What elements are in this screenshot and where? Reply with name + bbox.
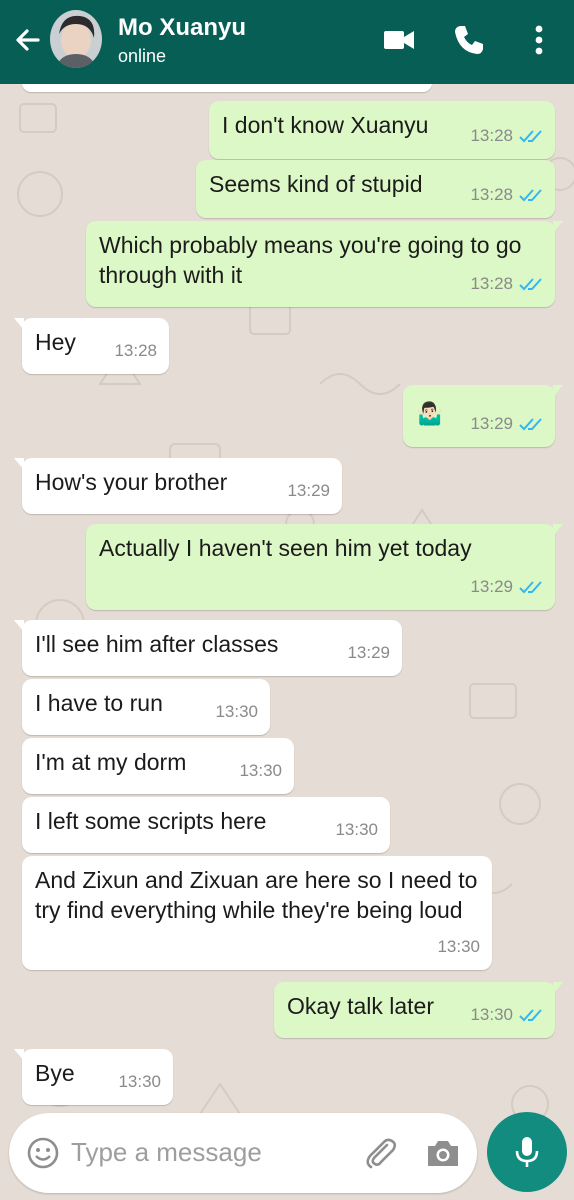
more-options-icon[interactable] bbox=[521, 22, 557, 58]
video-call-icon[interactable] bbox=[381, 22, 417, 58]
message-bubble-incoming[interactable]: I'm at my dorm 13:30 bbox=[22, 738, 294, 794]
message-time: 13:29 bbox=[470, 577, 513, 596]
mic-icon bbox=[515, 1137, 539, 1167]
message-time: 13:28 bbox=[470, 185, 513, 204]
contact-status: online bbox=[118, 46, 167, 66]
message-bubble-outgoing[interactable]: Which probably means you're going to go … bbox=[86, 221, 563, 307]
contact-name[interactable]: Mo Xuanyu bbox=[118, 14, 246, 42]
double-check-read-icon bbox=[519, 418, 542, 431]
message-time: 13:30 bbox=[118, 1072, 161, 1091]
message-text: I don't know Xuanyu bbox=[222, 112, 429, 138]
chat-screen: Mo Xuanyu online I don't know Xuanyu 13:… bbox=[0, 0, 574, 1200]
voice-call-icon[interactable] bbox=[451, 22, 487, 58]
message-time: 13:28 bbox=[114, 341, 157, 360]
message-bubble-outgoing[interactable]: Actually I haven't seen him yet today 13… bbox=[86, 524, 563, 610]
double-check-read-icon bbox=[519, 1009, 542, 1022]
back-arrow-icon[interactable] bbox=[10, 22, 46, 58]
message-bubble-outgoing[interactable]: Seems kind of stupid 13:28 bbox=[196, 160, 555, 218]
message-text: Bye bbox=[35, 1060, 75, 1086]
message-text: Actually I haven't seen him yet today bbox=[99, 535, 472, 561]
message-time: 13:30 bbox=[335, 820, 378, 839]
message-time: 13:30 bbox=[239, 761, 282, 780]
camera-icon[interactable] bbox=[423, 1134, 463, 1172]
message-bubble-incoming[interactable]: How's your brother 13:29 bbox=[14, 458, 342, 514]
shrug-emoji: 🤷🏻‍♂️ bbox=[416, 401, 444, 426]
mic-button[interactable] bbox=[487, 1112, 567, 1192]
message-time: 13:29 bbox=[287, 481, 330, 500]
message-text: I left some scripts here bbox=[35, 808, 267, 834]
message-bubble-incoming[interactable]: I left some scripts here 13:30 bbox=[22, 797, 390, 853]
message-bubble-incoming[interactable]: I'll see him after classes 13:29 bbox=[14, 620, 402, 676]
message-time: 13:30 bbox=[437, 937, 480, 956]
message-text: Seems kind of stupid bbox=[209, 171, 423, 197]
message-bubble-incoming[interactable]: And Zixun and Zixuan are here so I need … bbox=[22, 856, 492, 970]
message-bubble-incoming[interactable]: Hey 13:28 bbox=[14, 318, 169, 374]
message-text: I'll see him after classes bbox=[35, 631, 279, 657]
attach-icon[interactable] bbox=[361, 1133, 401, 1173]
message-bubble-incoming[interactable]: Bye 13:30 bbox=[14, 1049, 173, 1105]
message-text: I'm at my dorm bbox=[35, 749, 187, 775]
message-time: 13:28 bbox=[470, 274, 513, 293]
double-check-read-icon bbox=[519, 278, 542, 291]
message-time: 13:28 bbox=[470, 126, 513, 145]
message-text: And Zixun and Zixuan are here so I need … bbox=[35, 867, 478, 923]
message-time: 13:30 bbox=[470, 1005, 513, 1024]
message-time: 13:30 bbox=[215, 702, 258, 721]
message-text: Hey bbox=[35, 329, 76, 355]
message-bubble-outgoing[interactable]: Okay talk later 13:30 bbox=[274, 982, 563, 1038]
double-check-read-icon bbox=[519, 189, 542, 202]
message-bubble-outgoing[interactable]: I don't know Xuanyu 13:28 bbox=[209, 101, 555, 159]
message-bubble-outgoing[interactable]: 🤷🏻‍♂️ 13:29 bbox=[403, 385, 563, 447]
message-time: 13:29 bbox=[347, 643, 390, 662]
message-time: 13:29 bbox=[470, 414, 513, 433]
contact-avatar[interactable] bbox=[50, 10, 102, 68]
double-check-read-icon bbox=[519, 581, 542, 594]
chat-header: Mo Xuanyu online bbox=[0, 0, 574, 84]
message-text: Okay talk later bbox=[287, 993, 434, 1019]
message-text: I have to run bbox=[35, 690, 163, 716]
message-bubble-incoming[interactable]: I have to run 13:30 bbox=[22, 679, 270, 735]
message-text: How's your brother bbox=[35, 469, 228, 495]
double-check-read-icon bbox=[519, 130, 542, 143]
emoji-icon[interactable] bbox=[25, 1135, 61, 1171]
message-input[interactable]: Type a message bbox=[71, 1137, 262, 1168]
message-composer: Type a message bbox=[9, 1113, 477, 1193]
